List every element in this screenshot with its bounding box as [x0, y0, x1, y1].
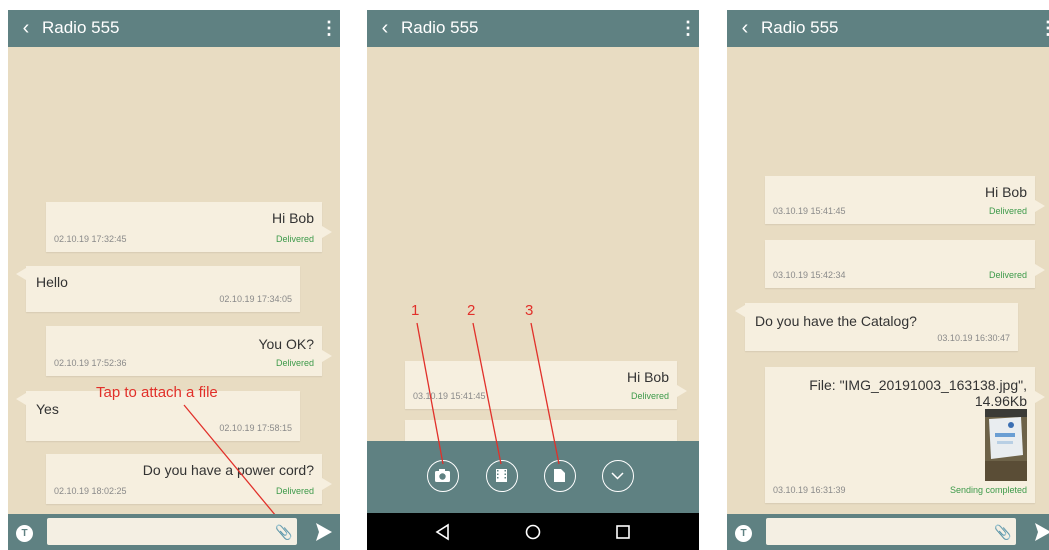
- screen-attach-menu: ‹ Radio 555 ⋮ Hi Bob 03.10.19 15:41:45 D…: [367, 10, 699, 550]
- message-bubble[interactable]: File: "IMG_20191003_163138.jpg", 14.96Kb…: [765, 367, 1045, 503]
- chat-title: Radio 555: [761, 18, 839, 37]
- delivery-status: Sending completed: [949, 485, 1027, 495]
- image-thumbnail[interactable]: [985, 409, 1027, 481]
- more-vertical-icon[interactable]: ⋮: [1039, 15, 1049, 41]
- app-bar: ‹ Radio 555 ⋮: [727, 10, 1049, 47]
- t-icon[interactable]: T: [16, 525, 33, 542]
- paperclip-icon[interactable]: 📎: [994, 522, 1011, 542]
- send-icon[interactable]: [1035, 523, 1049, 541]
- chevron-left-icon[interactable]: ‹: [735, 15, 755, 41]
- message-timestamp: 03.10.19 15:41:45: [773, 206, 846, 216]
- screen-file-sent: ‹ Radio 555 ⋮ Hi Bob 03.10.19 15:41:45 D…: [727, 10, 1049, 550]
- message-input[interactable]: 📎: [47, 518, 297, 545]
- file-size: 14.96Kb: [974, 393, 1027, 409]
- message-timestamp: 03.10.19 15:42:34: [773, 270, 846, 280]
- message-timestamp: 03.10.19 16:30:47: [937, 333, 1010, 343]
- paperclip-icon[interactable]: 📎: [275, 522, 292, 542]
- delivery-status: Delivered: [988, 270, 1027, 280]
- annotation-arrow: [183, 404, 277, 517]
- input-bar: T 📎: [8, 514, 340, 550]
- message-bubble[interactable]: Hi Bob 03.10.19 15:41:45 Delivered: [765, 176, 1045, 224]
- message-input[interactable]: 📎: [766, 518, 1016, 545]
- input-bar: T 📎: [727, 514, 1049, 550]
- message-text: Do you have the Catalog?: [755, 313, 917, 329]
- send-icon[interactable]: [316, 523, 332, 541]
- t-icon[interactable]: T: [735, 525, 752, 542]
- screen-chat: ‹ Radio 555 ⋮ Hi Bob 02.10.19 17:32:45 D…: [8, 10, 340, 550]
- file-name: File: "IMG_20191003_163138.jpg",: [809, 377, 1027, 393]
- annotation-arrows: [416, 322, 560, 465]
- message-timestamp: 03.10.19 16:31:39: [773, 485, 846, 495]
- message-text: Hi Bob: [984, 184, 1027, 200]
- delivery-status: Delivered: [988, 206, 1027, 216]
- message-bubble[interactable]: 03.10.19 15:42:34 Delivered: [765, 240, 1045, 288]
- message-bubble[interactable]: Do you have the Catalog? 03.10.19 16:30:…: [735, 303, 1018, 351]
